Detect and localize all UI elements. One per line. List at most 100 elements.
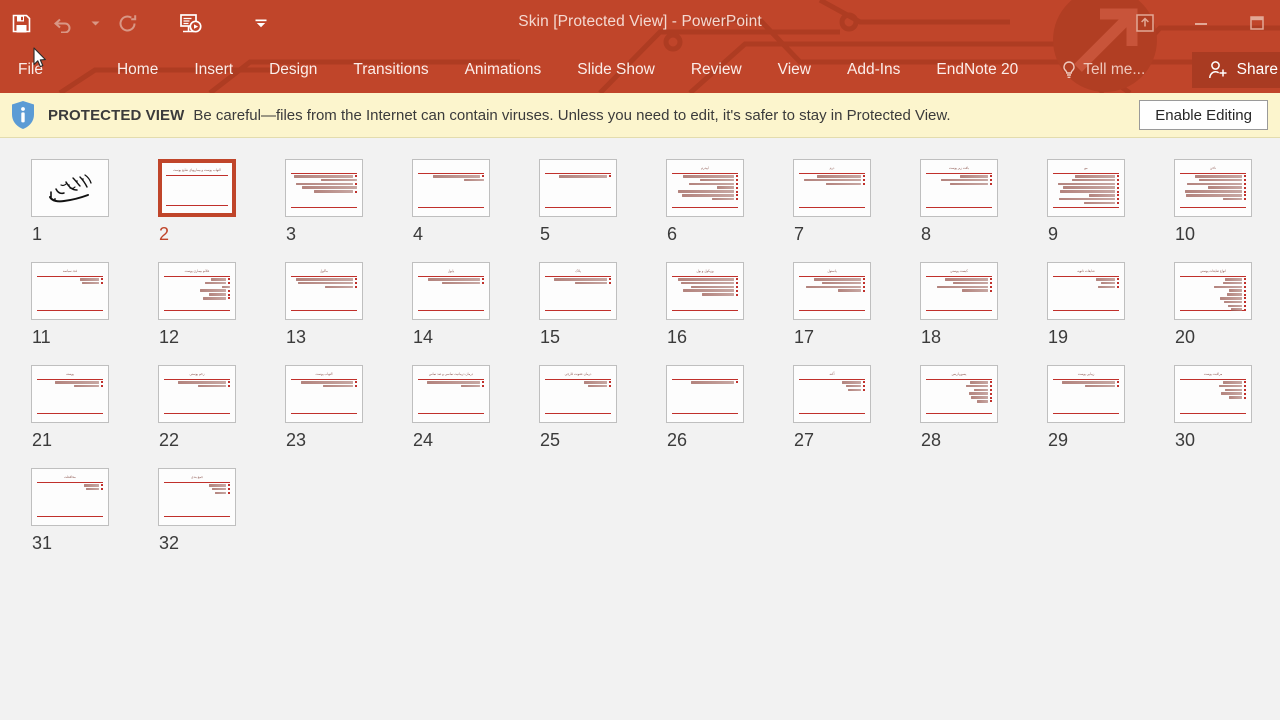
tab-file[interactable]: File: [18, 47, 43, 93]
tab-view[interactable]: View: [778, 47, 811, 93]
slide-thumbnail[interactable]: وزیکول و بول: [666, 262, 744, 320]
slide-thumbnail[interactable]: آکنه: [793, 365, 871, 423]
slide-thumbnail-cell[interactable]: پلاک 15: [539, 262, 666, 346]
slide-text-run: [682, 194, 735, 197]
slide-bullet-marker: [1116, 175, 1119, 178]
slide-thumbnail-cell[interactable]: التهاب پوست و بیماریهای شایع پوست 2: [158, 159, 285, 243]
slide-thumbnail-cell[interactable]: اپیدرم 6: [666, 159, 793, 243]
slide-thumbnail[interactable]: پوسته: [31, 365, 109, 423]
slide-bullet-marker: [735, 179, 738, 182]
slide-thumbnail[interactable]: انواع ضایعات پوستی: [1174, 262, 1252, 320]
slide-thumbnail[interactable]: ناخن: [1174, 159, 1252, 217]
slide-text-run: [320, 178, 357, 182]
slide-thumbnail[interactable]: پاپول: [412, 262, 490, 320]
slide-thumbnail-cell[interactable]: 3: [285, 159, 412, 243]
slide-thumbnail-cell[interactable]: مو 9: [1047, 159, 1174, 243]
slide-thumbnail[interactable]: غدد سباسه: [31, 262, 109, 320]
slide-thumbnail-cell[interactable]: انواع ضایعات پوستی 20: [1174, 262, 1280, 346]
minimize-icon[interactable]: [1186, 8, 1216, 38]
slide-thumbnail[interactable]: زیبایی پوست: [1047, 365, 1125, 423]
slide-thumbnail[interactable]: بافت زیر پوست: [920, 159, 998, 217]
slide-body-line: [1180, 278, 1246, 281]
slide-thumbnail-cell[interactable]: بافت زیر پوست 8: [920, 159, 1047, 243]
slide-thumbnail-cell[interactable]: آکنه 27: [793, 365, 920, 449]
slide-thumbnail[interactable]: ضایعات ثانویه: [1047, 262, 1125, 320]
slide-thumbnail-cell[interactable]: ماکول 13: [285, 262, 412, 346]
slide-thumbnail[interactable]: مراقبت پوست: [1174, 365, 1252, 423]
slide-thumbnail[interactable]: علائم بیماری پوست: [158, 262, 236, 320]
slide-title: درمان درماتیت تماسی و ضد تماس: [418, 371, 485, 376]
tab-endnote-20[interactable]: EndNote 20: [936, 47, 1018, 93]
slide-thumbnail-cell[interactable]: محافظت 31: [31, 468, 158, 552]
enable-editing-button[interactable]: Enable Editing: [1139, 100, 1268, 130]
slide-bullet-marker: [1243, 297, 1246, 300]
slide-thumbnail[interactable]: کیست پوستی: [920, 262, 998, 320]
slide-thumbnail-cell[interactable]: ناخن 10: [1174, 159, 1280, 243]
share-button[interactable]: Share: [1191, 52, 1280, 88]
slide-thumbnail-cell[interactable]: 26: [666, 365, 793, 449]
slide-thumbnail[interactable]: [666, 365, 744, 423]
slide-thumbnail-cell[interactable]: درمان درماتیت تماسی و ضد تماس 24: [412, 365, 539, 449]
tab-insert[interactable]: Insert: [194, 47, 233, 93]
slide-bullet-marker: [354, 190, 357, 193]
slide-thumbnail-cell[interactable]: 5: [539, 159, 666, 243]
slide-thumbnail[interactable]: درم: [793, 159, 871, 217]
slide-thumbnail[interactable]: پلاک: [539, 262, 617, 320]
slide-bullet-marker: [1243, 289, 1246, 292]
tab-home[interactable]: Home: [117, 47, 158, 93]
slide-thumbnail-cell[interactable]: پاستول 17: [793, 262, 920, 346]
slide-thumbnail[interactable]: جمع بندی: [158, 468, 236, 526]
slide-thumbnail[interactable]: [539, 159, 617, 217]
slide-thumbnail-cell[interactable]: پسوریازیس 28: [920, 365, 1047, 449]
slide-thumbnail[interactable]: ماکول: [285, 262, 363, 320]
slide-sorter-pane[interactable]: 1 التهاب پوست و بیماریهای شایع پوست 2 3 4 5 اپ…: [0, 138, 1280, 720]
slide-thumbnail-cell[interactable]: ضایعات ثانویه 19: [1047, 262, 1174, 346]
slide-text-run: [1226, 293, 1243, 296]
slide-thumbnail[interactable]: درمان درماتیت تماسی و ضد تماس: [412, 365, 490, 423]
slide-thumbnail-cell[interactable]: درم 7: [793, 159, 920, 243]
slide-footer-rule: [1052, 206, 1120, 209]
slide-thumbnail[interactable]: اپیدرم: [666, 159, 744, 217]
slide-bullet-marker: [1243, 179, 1246, 182]
slide-thumbnail-cell[interactable]: کیست پوستی 18: [920, 262, 1047, 346]
slide-thumbnail-cell[interactable]: پوسته 21: [31, 365, 158, 449]
slide-thumbnail-cell[interactable]: درمان عفونت قارچی 25: [539, 365, 666, 449]
slide-thumbnail[interactable]: [31, 159, 109, 217]
tab-transitions[interactable]: Transitions: [353, 47, 428, 93]
slide-bullet-marker: [354, 175, 357, 178]
slide-body-line: [164, 289, 230, 293]
slide-thumbnail-cell[interactable]: جمع بندی 32: [158, 468, 285, 552]
restore-icon[interactable]: [1242, 8, 1272, 38]
slide-thumbnail[interactable]: زخم پوستی: [158, 365, 236, 423]
slide-thumbnail-cell[interactable]: وزیکول و بول 16: [666, 262, 793, 346]
tab-slide-show[interactable]: Slide Show: [577, 47, 655, 93]
slide-thumbnail-cell[interactable]: علائم بیماری پوست 12: [158, 262, 285, 346]
slide-body-line: [799, 388, 865, 392]
slide-thumbnail-cell[interactable]: 1: [31, 159, 158, 243]
slide-thumbnail[interactable]: مو: [1047, 159, 1125, 217]
slide-thumbnail-cell[interactable]: 4: [412, 159, 539, 243]
tab-design[interactable]: Design: [269, 47, 317, 93]
slide-thumbnail[interactable]: محافظت: [31, 468, 109, 526]
slide-thumbnail[interactable]: درمان عفونت قارچی: [539, 365, 617, 423]
slide-thumbnail[interactable]: پسوریازیس: [920, 365, 998, 423]
tab-add-ins[interactable]: Add-Ins: [847, 47, 900, 93]
slide-thumbnail-cell[interactable]: زخم پوستی 22: [158, 365, 285, 449]
slide-thumbnail[interactable]: [285, 159, 363, 217]
slide-thumbnail[interactable]: پاستول: [793, 262, 871, 320]
ribbon-display-options-icon[interactable]: [1130, 8, 1160, 38]
slide-thumbnail-selected[interactable]: التهاب پوست و بیماریهای شایع پوست: [158, 159, 236, 217]
slide-bullet-marker: [1116, 190, 1119, 193]
slide-thumbnail[interactable]: التهاب پوست: [285, 365, 363, 423]
slide-thumbnail-cell[interactable]: التهاب پوست 23: [285, 365, 412, 449]
slide-text-run: [700, 178, 735, 182]
slide-bullet-marker: [1243, 282, 1246, 285]
slide-thumbnail-cell[interactable]: مراقبت پوست 30: [1174, 365, 1280, 449]
slide-thumbnail[interactable]: [412, 159, 490, 217]
tab-review[interactable]: Review: [691, 47, 742, 93]
slide-thumbnail-cell[interactable]: غدد سباسه 11: [31, 262, 158, 346]
slide-thumbnail-cell[interactable]: زیبایی پوست 29: [1047, 365, 1174, 449]
tell-me-search[interactable]: Tell me...: [1062, 61, 1145, 79]
slide-thumbnail-cell[interactable]: پاپول 14: [412, 262, 539, 346]
tab-animations[interactable]: Animations: [465, 47, 542, 93]
